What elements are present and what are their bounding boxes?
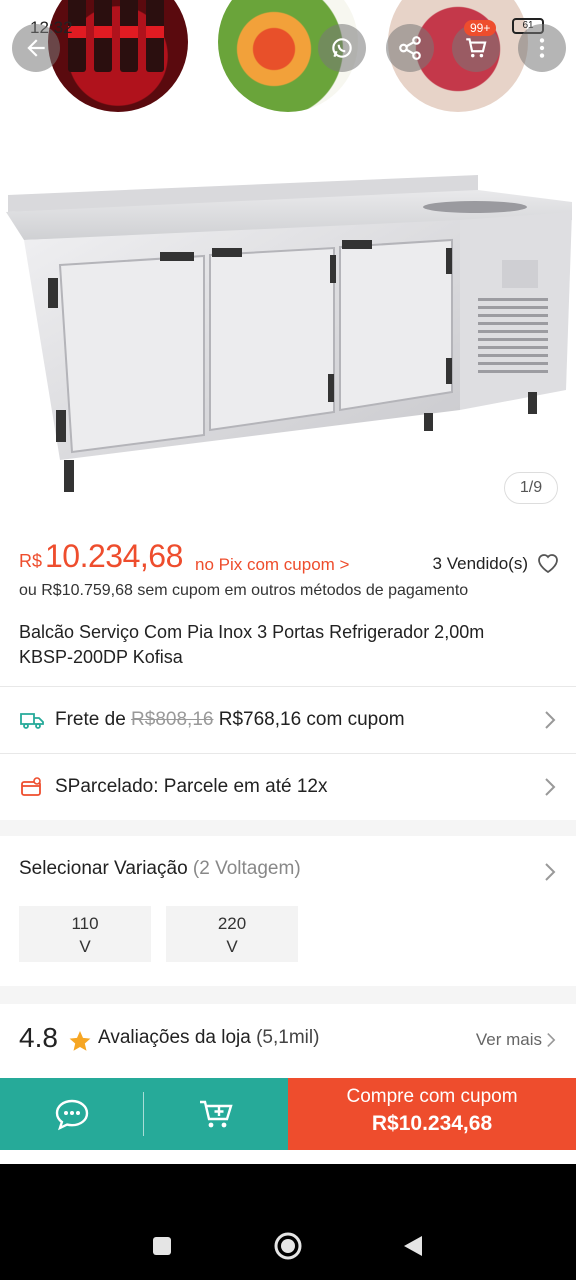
price-value: 10.234,68 bbox=[45, 538, 183, 574]
variation-count: (2 Voltagem) bbox=[192, 858, 301, 879]
back-button[interactable] bbox=[12, 24, 60, 72]
more-icon bbox=[539, 38, 545, 58]
chevron-right-icon bbox=[545, 711, 556, 729]
whatsapp-icon bbox=[332, 38, 352, 58]
cart-icon bbox=[466, 38, 487, 58]
shipping-label: Frete de bbox=[55, 709, 126, 730]
chat-icon bbox=[55, 1099, 89, 1131]
cart-count-badge: 99+ bbox=[464, 20, 497, 36]
see-more-link[interactable]: Ver mais bbox=[476, 1030, 542, 1050]
variation-option-value: 220 bbox=[217, 914, 247, 933]
back-arrow-icon bbox=[27, 39, 45, 57]
section-gap bbox=[0, 986, 576, 1004]
buy-button-price: R$10.234,68 bbox=[371, 1112, 493, 1135]
rating-label: Avaliações da loja bbox=[98, 1027, 251, 1048]
rating-label-group: Avaliações da loja (5,1mil) bbox=[98, 1027, 319, 1049]
section-gap bbox=[0, 820, 576, 836]
variation-option-unit: V bbox=[79, 937, 91, 956]
rating-count: (5,1mil) bbox=[256, 1027, 320, 1048]
chevron-right-icon bbox=[545, 778, 556, 796]
product-title: Balcão Serviço Com Pia Inox 3 Portas Ref… bbox=[19, 622, 485, 667]
product-image bbox=[6, 175, 572, 492]
secondary-actions bbox=[0, 1078, 288, 1150]
nav-square-icon[interactable] bbox=[152, 1236, 172, 1256]
buy-button-label: Compre com cupom bbox=[346, 1086, 518, 1107]
star-icon bbox=[69, 1031, 91, 1051]
shipping-old-price: R$808,16 bbox=[131, 709, 214, 730]
more-button[interactable] bbox=[518, 24, 566, 72]
alt-price: ou R$10.759,68 sem cupom em outros métod… bbox=[19, 582, 469, 599]
sold-count: 3 Vendido(s) bbox=[432, 554, 528, 573]
add-to-cart-icon bbox=[200, 1100, 233, 1128]
variation-option-unit: V bbox=[226, 937, 238, 956]
rating-score: 4.8 bbox=[19, 1022, 58, 1053]
variation-title: Selecionar Variação bbox=[19, 858, 188, 879]
bottom-action-bar: Compre com cupom R$10.234,68 bbox=[0, 1078, 576, 1150]
variation-option-value: 110 bbox=[71, 914, 99, 933]
chevron-right-icon bbox=[545, 863, 556, 881]
thumbnail-drinks bbox=[48, 0, 188, 112]
add-to-cart-button[interactable] bbox=[144, 1078, 288, 1150]
installments-row[interactable]: SParcelado: Parcele em até 12x bbox=[0, 754, 576, 820]
variation-option-220v[interactable]: 220 V bbox=[166, 906, 298, 962]
variation-selector[interactable]: Selecionar Variação (2 Voltagem) bbox=[19, 858, 301, 880]
spacer bbox=[0, 1150, 576, 1164]
action-separator bbox=[143, 1092, 144, 1136]
shipping-new-price: R$768,16 com cupom bbox=[218, 709, 405, 730]
variation-option-110v[interactable]: 110 V bbox=[19, 906, 151, 962]
installments-label: SParcelado: Parcele em até 12x bbox=[55, 776, 328, 797]
nav-home-icon[interactable] bbox=[274, 1232, 302, 1260]
shipping-row[interactable]: Frete de R$808,16 R$768,16 com cupom bbox=[0, 687, 576, 753]
pix-coupon-link[interactable]: no Pix com cupom > bbox=[195, 555, 350, 575]
share-button[interactable] bbox=[386, 24, 434, 72]
price-row: R$ 10.234,68 no Pix com cupom > 3 Vendid… bbox=[19, 538, 560, 578]
nav-back-icon[interactable] bbox=[402, 1234, 424, 1258]
installment-icon bbox=[21, 777, 41, 796]
truck-icon bbox=[20, 713, 44, 729]
chat-button[interactable] bbox=[0, 1078, 144, 1150]
chevron-right-icon bbox=[547, 1033, 556, 1047]
heart-icon[interactable] bbox=[536, 552, 560, 574]
price-currency: R$ bbox=[19, 551, 43, 571]
whatsapp-button[interactable] bbox=[318, 24, 366, 72]
product-image-area[interactable]: 12:32 61 99+ 1/9 bbox=[0, 0, 576, 525]
buy-with-coupon-button[interactable]: Compre com cupom R$10.234,68 bbox=[288, 1078, 576, 1150]
system-nav-bar bbox=[0, 1164, 576, 1280]
share-icon bbox=[399, 36, 421, 60]
image-counter: 1/9 bbox=[504, 472, 558, 504]
